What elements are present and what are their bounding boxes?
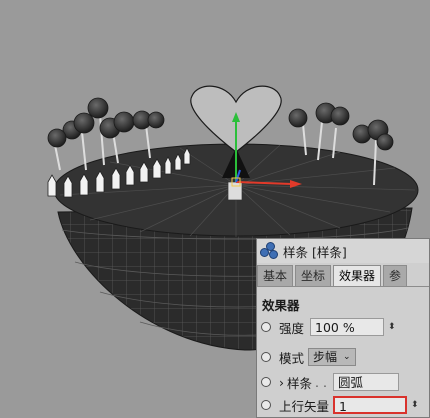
tab-bar: 基本 坐标 效果器 参: [257, 265, 429, 287]
tab-coord[interactable]: 坐标: [295, 265, 332, 286]
spline-dots: . .: [315, 374, 327, 390]
spline-radio[interactable]: [261, 377, 271, 387]
tab-params[interactable]: 参: [383, 265, 408, 286]
tab-divider: [257, 286, 429, 287]
spline-nodes-icon: [260, 242, 278, 260]
stepper-icon[interactable]: ⬍: [388, 322, 396, 332]
spline-row: › 样条 . . 圆弧: [257, 370, 429, 394]
up-vector-radio[interactable]: [261, 400, 271, 410]
strength-row: 强度 100 % ⬍: [257, 315, 429, 339]
attribute-panel: 样条 [样条] 基本 坐标 效果器 参 效果器 强度 100 % ⬍ 模式 步幅…: [256, 238, 430, 418]
up-vector-label: 上行矢量: [279, 398, 330, 414]
spline-prefix: ›: [279, 374, 284, 390]
stepper-icon[interactable]: ⬍: [411, 400, 419, 410]
section-title: 效果器: [262, 298, 300, 313]
strength-label: 强度: [279, 320, 305, 336]
strength-field[interactable]: 100 %: [310, 318, 385, 336]
spline-link-field[interactable]: 圆弧: [332, 373, 399, 391]
mode-row: 模式 步幅 ⌄: [257, 345, 429, 369]
tab-basic[interactable]: 基本: [257, 265, 294, 286]
tab-effectors[interactable]: 效果器: [333, 265, 382, 286]
mode-radio[interactable]: [261, 352, 271, 362]
strength-radio[interactable]: [261, 322, 271, 332]
mode-value: 步幅: [313, 350, 338, 364]
mode-label: 模式: [279, 350, 305, 366]
up-vector-row: 上行矢量 1 ⬍: [257, 393, 429, 417]
up-vector-field[interactable]: 1: [333, 396, 408, 414]
panel-title: 样条 [样条]: [283, 244, 347, 260]
chevron-down-icon: ⌄: [343, 352, 351, 362]
mode-dropdown[interactable]: 步幅 ⌄: [308, 348, 356, 366]
panel-titlebar: 样条 [样条]: [257, 239, 429, 263]
spline-label: 样条: [287, 375, 313, 391]
